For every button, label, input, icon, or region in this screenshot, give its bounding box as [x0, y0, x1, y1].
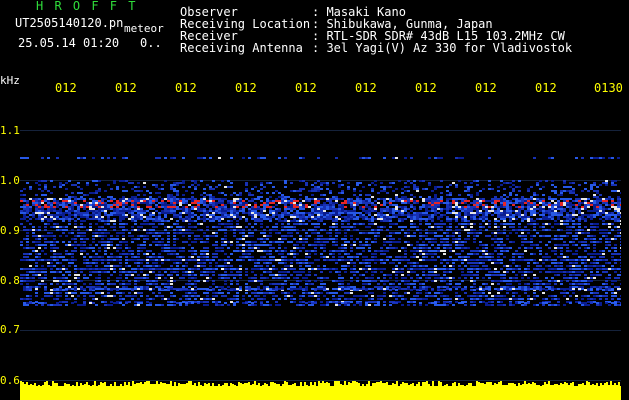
- freq-label: 0.6: [0, 374, 20, 387]
- freq-label: 0.8: [0, 274, 20, 287]
- freq-label: 0.9: [0, 224, 20, 237]
- time-tick: 0130: [594, 81, 623, 95]
- freq-label: 1.0: [0, 174, 20, 187]
- date-time: 25.05.14 01:20: [18, 36, 120, 50]
- file-name: UT2505140120.pn: [15, 16, 124, 30]
- spectrogram-area: [20, 100, 621, 400]
- meteor-tag: meteor: [124, 22, 164, 35]
- time-tick: 012: [355, 81, 377, 95]
- spectrogram-canvas: [20, 130, 621, 400]
- frequency-unit: kHz: [0, 74, 20, 87]
- time-tick: 012: [175, 81, 197, 95]
- time-tick: 012: [295, 81, 317, 95]
- time-tick: 012: [55, 81, 77, 95]
- time-tick: 012: [535, 81, 557, 95]
- time-tick: 012: [115, 81, 137, 95]
- time-tick: 012: [235, 81, 257, 95]
- antenna-label: Receiving Antenna: [180, 41, 303, 55]
- counter: 0..: [140, 36, 162, 50]
- time-tick: 012: [415, 81, 437, 95]
- time-tick: 012: [475, 81, 497, 95]
- freq-label: 1.1: [0, 124, 20, 137]
- antenna-value: : 3el Yagi(V) Az 330 for Vladivostok: [312, 41, 573, 55]
- freq-label: 0.7: [0, 323, 20, 336]
- app-title: H R O F F T: [36, 0, 138, 13]
